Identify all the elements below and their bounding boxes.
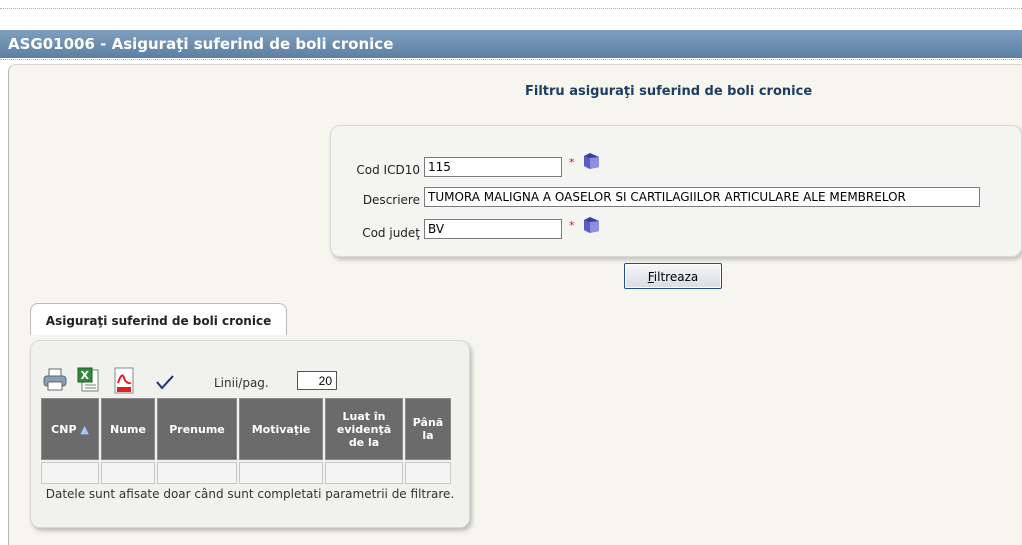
table-cell <box>101 462 155 484</box>
table-row <box>41 462 451 484</box>
empty-results-note: Datele sunt afisate doar când sunt compl… <box>45 487 455 501</box>
filter-button-label: Filtreaza <box>647 270 699 284</box>
table-cell <box>41 462 99 484</box>
filter-button[interactable]: Filtreaza <box>624 263 722 289</box>
column-header-luat-in-evidenta[interactable]: Luat în evidenţă de la <box>325 398 403 460</box>
checkmark-icon[interactable] <box>155 374 175 390</box>
table-cell <box>239 462 323 484</box>
results-table: CNP ▲ Nume Prenume Motivaţie Luat în evi… <box>39 396 453 486</box>
lookup-folder-icon[interactable] <box>581 216 601 234</box>
column-header-cnp[interactable]: CNP ▲ <box>41 398 99 460</box>
required-marker: * <box>569 219 575 232</box>
table-cell <box>405 462 451 484</box>
column-header-pana-la[interactable]: Până la <box>405 398 451 460</box>
sort-ascending-icon: ▲ <box>76 422 89 436</box>
column-header-motivatie[interactable]: Motivaţie <box>239 398 323 460</box>
cod-judet-label: Cod judeţ <box>362 226 420 240</box>
descriere-input[interactable] <box>424 187 980 207</box>
top-dotted-line <box>0 8 1022 9</box>
cod-icd10-label: Cod ICD10 <box>356 163 420 177</box>
column-header-nume[interactable]: Nume <box>101 398 155 460</box>
filter-title: Filtru asiguraţi suferind de boli cronic… <box>525 84 813 99</box>
descriere-label: Descriere <box>362 193 420 207</box>
lookup-folder-icon[interactable] <box>581 152 601 170</box>
cod-icd10-input[interactable] <box>424 157 562 177</box>
cod-judet-input[interactable] <box>424 219 562 239</box>
excel-icon[interactable]: X <box>76 366 102 393</box>
rows-per-page-input[interactable] <box>297 371 337 390</box>
svg-text:X: X <box>81 369 90 382</box>
window-title: ASG01006 - Asiguraţi suferind de boli cr… <box>0 30 1022 58</box>
table-cell <box>325 462 403 484</box>
pdf-icon[interactable] <box>111 366 139 396</box>
printer-icon[interactable] <box>42 366 68 392</box>
column-header-prenume[interactable]: Prenume <box>157 398 237 460</box>
rows-per-page-label: Linii/pag. <box>214 376 269 390</box>
table-cell <box>157 462 237 484</box>
title-divider <box>0 59 1022 60</box>
tab-asigurati[interactable]: Asiguraţi suferind de boli cronice <box>30 303 287 335</box>
required-marker: * <box>569 156 575 169</box>
